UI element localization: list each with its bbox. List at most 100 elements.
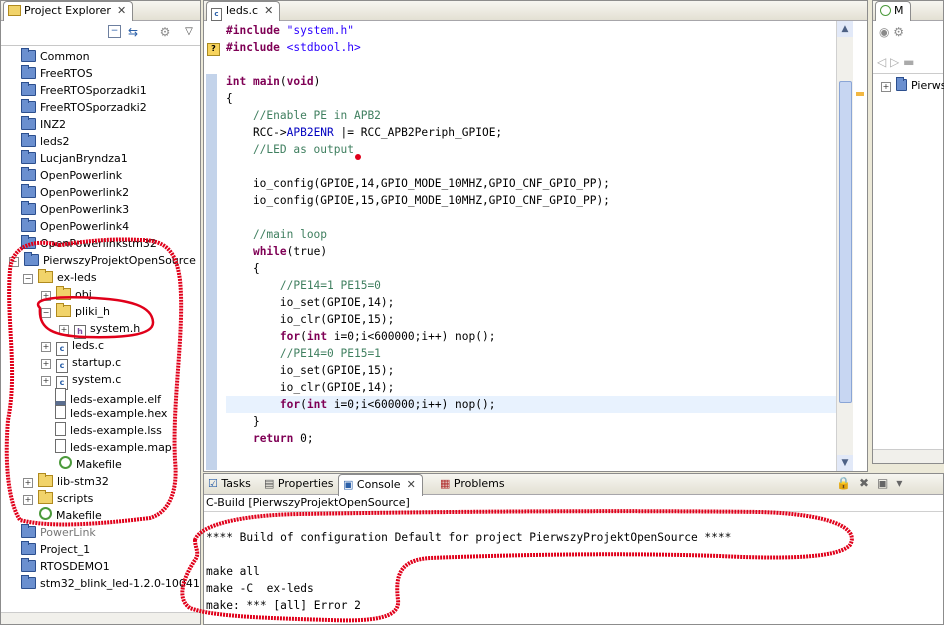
code-token: //PE14=1 PE15=0 [226, 279, 381, 292]
tree-item-file[interactable]: + c system.c [41, 371, 121, 390]
tree-item[interactable]: INZ2 [21, 116, 66, 133]
tree-item-file[interactable]: + c leds.c [41, 337, 104, 356]
tree-item-file[interactable]: leds-example.hex [55, 405, 167, 422]
code-line[interactable] [226, 158, 838, 175]
tree-item-makefile[interactable]: Makefile [39, 507, 102, 524]
code-line[interactable] [226, 56, 838, 73]
horizontal-scrollbar[interactable] [1, 612, 200, 624]
code-line[interactable]: for(int i=0;i<600000;i++) nop(); [226, 328, 838, 345]
tree-item[interactable]: stm32_blink_led-1.2.0-10041 [21, 575, 200, 592]
vertical-scrollbar[interactable]: ▲ ▼ [836, 21, 853, 471]
code-line[interactable]: //LED as output [226, 141, 838, 158]
scroll-up-icon[interactable]: ▲ [837, 21, 853, 37]
tree-item-file[interactable]: Makefile [59, 456, 122, 473]
tree-item-obj[interactable]: + obj [41, 286, 92, 303]
code-line[interactable]: RCC->APB2ENR |= RCC_APB2Periph_GPIOE; [226, 124, 838, 141]
code-token: main [246, 75, 280, 88]
code-line[interactable]: io_clr(GPIOE,14); [226, 379, 838, 396]
tree-item[interactable]: OpenPowerlink4 [21, 218, 129, 235]
tree-item-scripts[interactable]: + scripts [23, 490, 93, 507]
tab-outline[interactable]: M [875, 1, 911, 21]
tree-item-file[interactable]: leds-example.map [55, 439, 172, 456]
code-line[interactable]: //Enable PE in APB2 [226, 107, 838, 124]
console-toolbar-icons[interactable]: 🔒✖▣▾ [836, 476, 910, 490]
code-line[interactable]: int main(void) [226, 73, 838, 90]
tree-item-file[interactable]: + c startup.c [41, 354, 121, 373]
tree-item-file[interactable]: leds-example.elf [55, 388, 161, 406]
scrollbar-thumb[interactable] [839, 81, 852, 403]
tree-item[interactable]: PowerLink [21, 524, 96, 541]
expand-toggle-icon[interactable]: + [41, 359, 51, 369]
close-icon[interactable]: ✕ [407, 475, 416, 495]
warning-marker-icon[interactable]: ? [207, 43, 220, 56]
tree-item[interactable]: OpenPowerlinkstm32 [21, 235, 157, 252]
tree-item-pliki-h[interactable]: − pliki_h [41, 303, 110, 320]
outline-nav-icons[interactable]: ◁ ▷ ▬ [877, 55, 914, 69]
expand-toggle-icon[interactable]: + [59, 325, 69, 335]
expand-toggle-icon[interactable]: + [23, 495, 33, 505]
collapse-all-icon[interactable]: − [108, 25, 121, 38]
code-line[interactable]: { [226, 90, 838, 107]
tree-item[interactable]: FreeRTOS [21, 65, 93, 82]
code-line[interactable]: for(int i=0;i<600000;i++) nop(); [226, 396, 838, 413]
code-line[interactable] [226, 209, 838, 226]
scroll-down-icon[interactable]: ▼ [837, 455, 853, 471]
tab-problems[interactable]: ▦ Problems [440, 474, 505, 494]
code-line[interactable]: io_set(GPIOE,14); [226, 294, 838, 311]
tree-item-expanded-project[interactable]: − PierwszyProjektOpenSource [9, 252, 196, 269]
expand-toggle-icon[interactable]: + [881, 82, 891, 92]
filter-icon[interactable]: ⚙ [158, 25, 172, 39]
code-line[interactable]: #include <stdbool.h> [226, 39, 838, 56]
code-line[interactable]: { [226, 260, 838, 277]
tab-tasks[interactable]: ☑ Tasks [208, 474, 251, 494]
tree-item[interactable]: LucjanBryndza1 [21, 150, 128, 167]
code-area[interactable]: #include "system.h" #include <stdbool.h> i… [226, 22, 838, 472]
code-line[interactable]: //PE14=0 PE15=1 [226, 345, 838, 362]
expand-toggle-icon[interactable]: + [41, 342, 51, 352]
tree-item[interactable]: FreeRTOSporzadki1 [21, 82, 147, 99]
close-icon[interactable]: ✕ [117, 2, 126, 20]
horizontal-scrollbar[interactable] [873, 449, 943, 463]
link-with-editor-icon[interactable]: ⇆ [126, 25, 140, 39]
code-line[interactable]: io_config(GPIOE,15,GPIO_MODE_10MHZ,GPIO_… [226, 192, 838, 209]
view-menu-icon[interactable]: ▽ [182, 25, 196, 39]
code-line[interactable]: #include "system.h" [226, 22, 838, 39]
tree-item[interactable]: RTOSDEMO1 [21, 558, 110, 575]
close-icon[interactable]: ✕ [264, 2, 273, 20]
outline-toolbar-icons[interactable]: ◉ ⚙ [879, 25, 904, 39]
collapse-toggle-icon[interactable]: − [23, 274, 33, 284]
expand-toggle-icon[interactable]: + [23, 478, 33, 488]
outline-item[interactable]: + Pierws [881, 77, 944, 94]
tab-properties[interactable]: ▤ Properties [264, 474, 334, 494]
collapse-toggle-icon[interactable]: − [9, 257, 19, 267]
tree-item[interactable]: OpenPowerlink [21, 167, 122, 184]
tree-item[interactable]: Project_1 [21, 541, 90, 558]
code-line[interactable]: } [226, 413, 838, 430]
code-line[interactable]: return 0; [226, 430, 838, 447]
tab-project-explorer[interactable]: Project Explorer ✕ [3, 1, 134, 21]
tree-item-ex-leds[interactable]: − ex-leds [23, 269, 97, 286]
expand-toggle-icon[interactable]: + [41, 291, 51, 301]
tree-item[interactable]: OpenPowerlink3 [21, 201, 129, 218]
tree-item-system-h[interactable]: + h system.h [59, 320, 140, 339]
code-line[interactable]: io_clr(GPIOE,15); [226, 311, 838, 328]
tab-leds-c[interactable]: c leds.c ✕ [206, 1, 281, 21]
tree-item-file[interactable]: leds-example.lss [55, 422, 162, 439]
code-token: 0; [293, 432, 314, 445]
collapse-toggle-icon[interactable]: − [41, 308, 51, 318]
tree-item[interactable]: OpenPowerlink2 [21, 184, 129, 201]
warning-overview-marker[interactable] [856, 92, 864, 96]
tree-item[interactable]: Common [21, 48, 90, 65]
tree-item[interactable]: leds2 [21, 133, 70, 150]
tree-item-lib-stm32[interactable]: + lib-stm32 [23, 473, 109, 490]
code-line[interactable]: //main loop [226, 226, 838, 243]
tab-console[interactable]: ▣ Console ✕ [338, 474, 423, 496]
expand-toggle-icon[interactable]: + [41, 376, 51, 386]
code-line[interactable]: io_config(GPIOE,14,GPIO_MODE_10MHZ,GPIO_… [226, 175, 838, 192]
console-title: C-Build [PierwszyProjektOpenSource] [204, 495, 943, 512]
code-line[interactable]: //PE14=1 PE15=0 [226, 277, 838, 294]
code-line[interactable]: while(true) [226, 243, 838, 260]
tree-item[interactable]: FreeRTOSporzadki2 [21, 99, 147, 116]
code-line[interactable]: io_set(GPIOE,15); [226, 362, 838, 379]
